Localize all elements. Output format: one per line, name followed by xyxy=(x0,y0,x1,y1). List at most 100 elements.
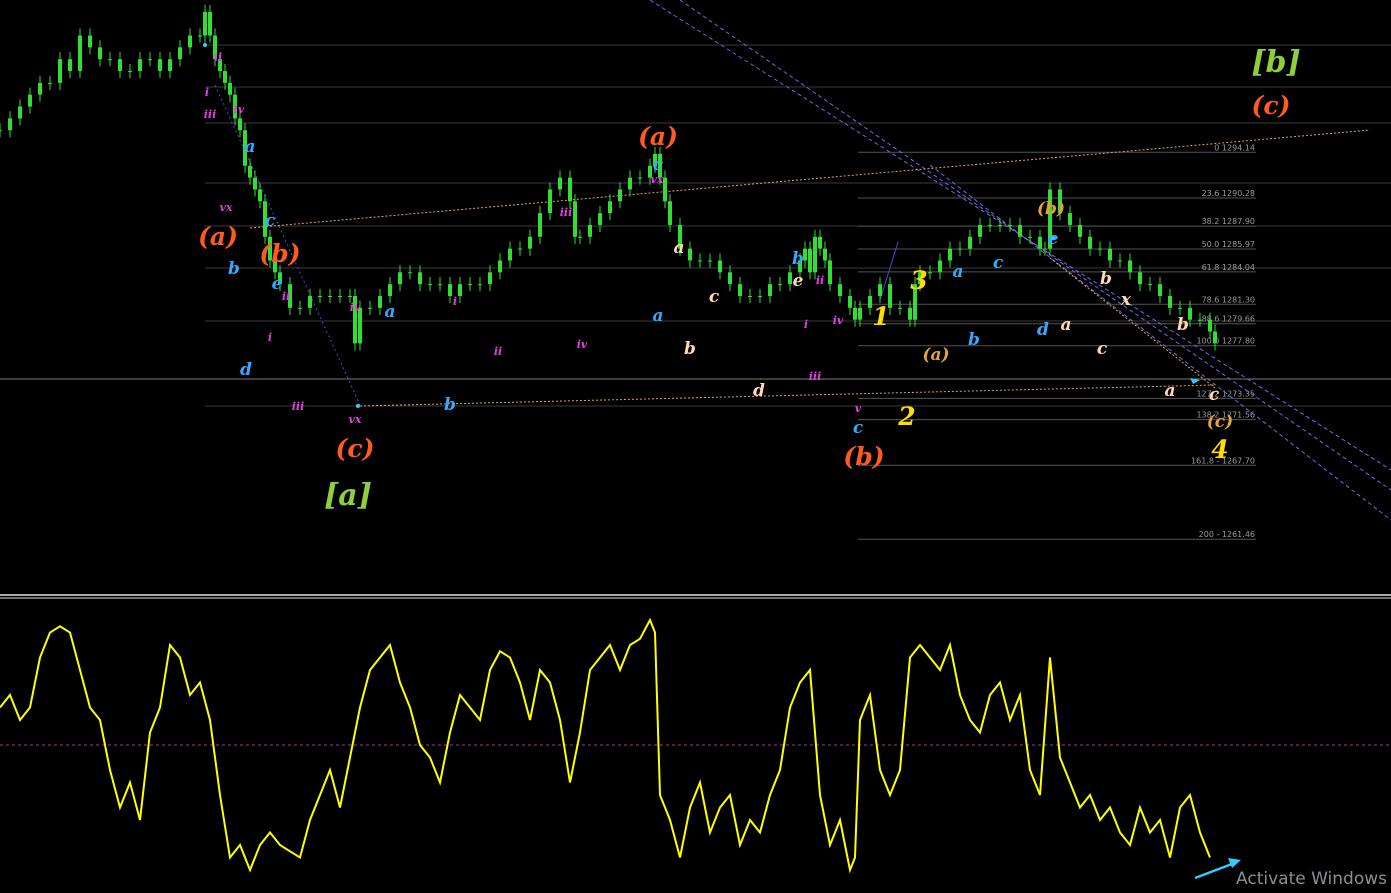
candle-body xyxy=(668,201,672,225)
fib-level-label: 0 1294.14 xyxy=(1214,143,1255,152)
candle-body xyxy=(663,177,667,202)
wave-label: iii xyxy=(292,400,305,413)
candle-body xyxy=(908,307,912,320)
candle-body xyxy=(928,272,932,274)
wave-label: c xyxy=(1097,339,1108,359)
candle-body xyxy=(538,213,542,237)
wave-label: (c) xyxy=(336,434,375,463)
candle-body xyxy=(498,260,502,273)
wave-labels: [b](c)(a)(a)(b)(c) (b)[a]iiiiviiivxiiiiii… xyxy=(198,43,1301,513)
candle-body xyxy=(348,296,352,297)
wave-label: a xyxy=(652,306,663,326)
candle-body xyxy=(1028,236,1032,238)
chart-svg: 0 1294.14 23.6 1290.28 38.2 1287.90 50.0 12… xyxy=(0,0,1391,880)
candle-body xyxy=(518,248,522,250)
candle-body xyxy=(0,130,2,132)
candle-body xyxy=(508,248,512,261)
candle-body xyxy=(68,59,72,72)
wave-label: (c) xyxy=(1207,412,1233,432)
wave-label: 2 xyxy=(897,402,915,431)
arrow-line xyxy=(1194,862,1233,880)
candle-body xyxy=(858,307,862,320)
candle-body xyxy=(468,284,472,286)
wave-label: b xyxy=(444,395,456,415)
candle-body xyxy=(958,248,962,250)
candle-body xyxy=(878,284,882,296)
candle-body xyxy=(18,106,22,119)
price-candles xyxy=(0,4,1217,351)
candle-body xyxy=(98,47,102,60)
candle-body xyxy=(248,165,252,178)
candle-body xyxy=(378,296,382,308)
candle-body xyxy=(1128,260,1132,273)
pivot-dot xyxy=(1051,236,1055,240)
candle-body xyxy=(998,224,1002,226)
wave-label: iv xyxy=(234,103,245,116)
candle-body xyxy=(938,260,942,273)
candle-body xyxy=(48,82,52,84)
wave-label: 1 xyxy=(872,302,889,331)
candle-body xyxy=(38,82,42,95)
candle-body xyxy=(718,260,722,273)
pivot-dot xyxy=(356,404,360,408)
candle-body xyxy=(573,201,577,237)
candle-body xyxy=(488,272,492,285)
oscillator-panel xyxy=(0,594,1391,880)
wave-label: (c) xyxy=(1252,91,1291,120)
wave-label: iv xyxy=(350,301,361,314)
candle-body xyxy=(108,59,112,61)
candle-body xyxy=(823,248,827,261)
wave-label: (b) xyxy=(259,239,300,268)
candle-body xyxy=(968,236,972,249)
candle-body xyxy=(608,201,612,214)
candle-body xyxy=(758,296,762,297)
wave-label: d xyxy=(753,381,765,401)
candle-body xyxy=(418,272,422,285)
wave-label: a xyxy=(384,302,395,322)
candle-body xyxy=(1038,236,1042,249)
candle-body xyxy=(238,118,242,131)
candle-body xyxy=(818,236,822,249)
wave-label: i xyxy=(205,86,209,99)
fib-level-label: 38.2 1287.90 xyxy=(1202,217,1255,226)
wave-label: a xyxy=(952,262,963,282)
candle-body xyxy=(58,59,62,83)
candle-body xyxy=(178,47,182,60)
wave-label: c xyxy=(1209,385,1220,405)
candle-body xyxy=(228,82,232,95)
candle-body xyxy=(78,35,82,72)
wave-label: c xyxy=(709,287,720,307)
candle-body xyxy=(738,284,742,296)
candle-body xyxy=(578,236,582,238)
candle-body xyxy=(788,272,792,285)
candle-body xyxy=(1208,319,1212,332)
wave-label: (b) xyxy=(1037,199,1065,219)
wave-label: x xyxy=(1120,290,1132,310)
candle-body xyxy=(208,11,212,36)
candle-body xyxy=(828,260,832,285)
wave-label: (a) xyxy=(638,122,678,151)
candle-body xyxy=(223,71,227,83)
wave-label: (b) xyxy=(843,442,884,471)
candle-body xyxy=(1018,224,1022,237)
candle-body xyxy=(628,177,632,190)
fib-level-label: 50.0 1285.97 xyxy=(1202,240,1255,249)
candle-body xyxy=(328,296,332,297)
candle-body xyxy=(1008,224,1012,226)
triangle-trendline xyxy=(359,384,1216,407)
candle-body xyxy=(1198,319,1202,321)
wave-label: a xyxy=(244,137,255,157)
candle-body xyxy=(298,307,302,309)
wave-label: [a] xyxy=(324,478,372,513)
candle-body xyxy=(748,296,752,297)
wave-label: b xyxy=(968,330,980,350)
wave-label: ii xyxy=(494,345,502,358)
candle-body xyxy=(598,213,602,225)
wave-label: i xyxy=(453,295,457,308)
candle-body xyxy=(1168,296,1172,308)
wave-label: a xyxy=(1060,315,1071,335)
candle-body xyxy=(1158,284,1162,296)
candle-body xyxy=(148,59,152,61)
wave-label: i xyxy=(804,318,808,331)
candle-body xyxy=(808,248,812,273)
